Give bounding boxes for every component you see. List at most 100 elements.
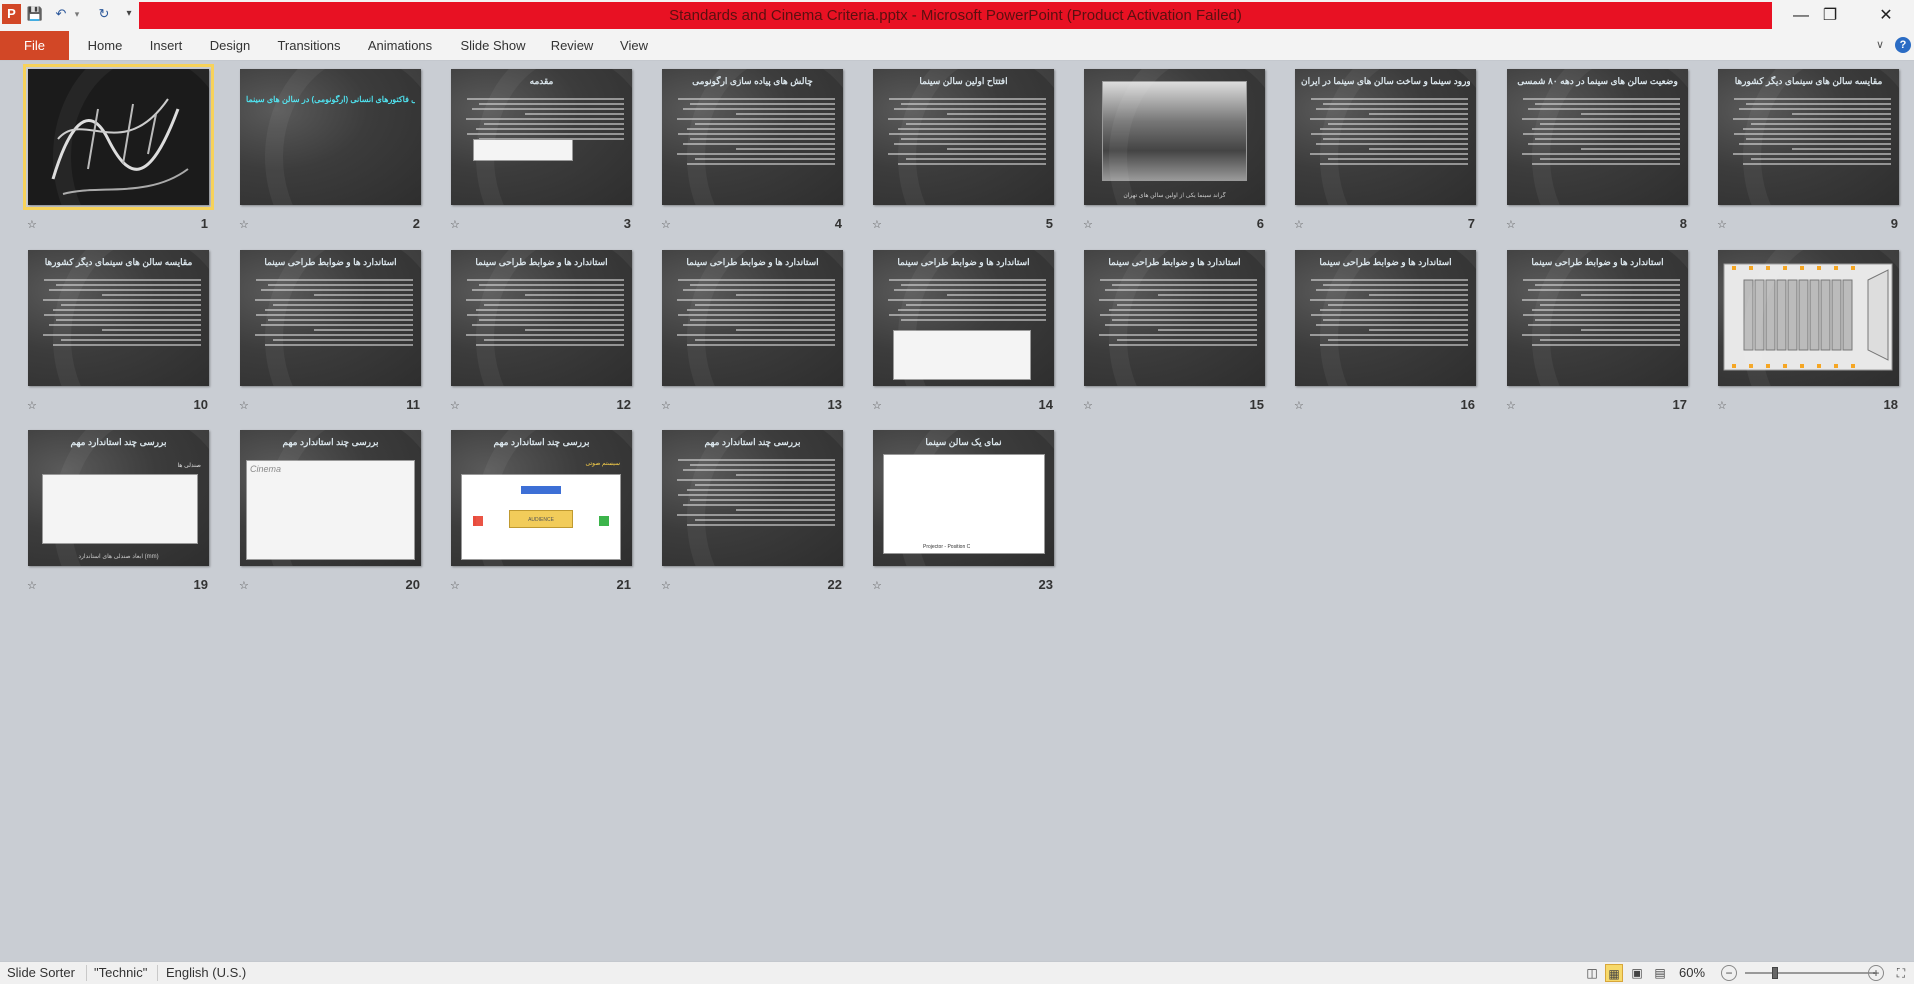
slide-thumbnail-3[interactable]: مقدمه xyxy=(451,69,632,205)
slide-thumbnail-21[interactable]: بررسی چند استاندارد مهم سیستم صوتی AUDIENC… xyxy=(451,430,632,566)
slide-transition-icon[interactable]: ☆ xyxy=(1083,400,1097,412)
tab-file[interactable]: File xyxy=(0,31,69,60)
slide-thumbnail-9[interactable]: مقایسه سالن های سینمای دیگر کشورها xyxy=(1718,69,1899,205)
zoom-level[interactable]: 60% xyxy=(1679,965,1705,980)
zoom-slider-track[interactable] xyxy=(1745,972,1875,974)
slide-transition-icon[interactable]: ☆ xyxy=(239,219,253,231)
slide-thumbnail-12[interactable]: استاندارد ها و ضوابط طراحی سینما xyxy=(451,250,632,386)
zoom-slider-thumb[interactable] xyxy=(1772,967,1778,979)
zoom-out-button[interactable]: − xyxy=(1721,965,1737,981)
slide-thumbnail-11[interactable]: استاندارد ها و ضوابط طراحی سینما xyxy=(240,250,421,386)
close-button[interactable]: ✕ xyxy=(1864,2,1908,30)
tab-review[interactable]: Review xyxy=(549,31,595,60)
slide-thumbnail-2[interactable]: مهندسی فاکتورهای انسانی (ارگونومی) در سا… xyxy=(240,69,421,205)
slide-thumbnail-22[interactable]: بررسی چند استاندارد مهم xyxy=(662,430,843,566)
language-indicator[interactable]: English (U.S.) xyxy=(166,965,246,980)
slide-transition-icon[interactable]: ☆ xyxy=(450,580,464,592)
slide-transition-icon[interactable]: ☆ xyxy=(239,580,253,592)
slide-transition-icon[interactable]: ☆ xyxy=(450,400,464,412)
slide-body-text xyxy=(248,276,413,376)
slide-transition-icon[interactable]: ☆ xyxy=(27,219,41,231)
slide-transition-icon[interactable]: ☆ xyxy=(1717,219,1731,231)
slide-number: 23 xyxy=(1038,577,1053,592)
slide-transition-icon[interactable]: ☆ xyxy=(661,219,675,231)
slide-transition-icon[interactable]: ☆ xyxy=(872,400,886,412)
slide-thumbnail-13[interactable]: استاندارد ها و ضوابط طراحی سینما xyxy=(662,250,843,386)
slide-thumbnail-10[interactable]: مقایسه سالن های سینمای دیگر کشورها xyxy=(28,250,209,386)
title-bar: P 💾 ↶ ▾ ↻ ▾ Standards and Cinema Criteri… xyxy=(0,0,1914,30)
slide-transition-icon[interactable]: ☆ xyxy=(661,580,675,592)
slide-subheading: صندلی ها xyxy=(177,463,201,469)
slide-title: چالش های پیاده سازی ارگونومی xyxy=(692,76,813,86)
restore-button[interactable]: ❐ xyxy=(1808,2,1852,30)
slide-title: استاندارد ها و ضوابط طراحی سینما xyxy=(264,257,397,267)
tab-slide-show[interactable]: Slide Show xyxy=(457,31,529,60)
zoom-in-button[interactable]: + xyxy=(1868,965,1884,981)
slide-transition-icon[interactable]: ☆ xyxy=(450,219,464,231)
slide-sorter-pane[interactable]: 1 ☆ مهندسی فاکتورهای انسانی (ارگونومی) در … xyxy=(0,62,1914,961)
slide-thumbnail-8[interactable]: وضعیت سالن های سینما در دهه ۸۰ شمسی xyxy=(1507,69,1688,205)
slide-transition-icon[interactable]: ☆ xyxy=(1294,219,1308,231)
seat-dimensions-drawing xyxy=(42,474,198,544)
tab-design[interactable]: Design xyxy=(206,31,254,60)
slide-body-text xyxy=(670,276,835,376)
slide-transition-icon[interactable]: ☆ xyxy=(1294,400,1308,412)
slide-transition-icon[interactable]: ☆ xyxy=(872,580,886,592)
tab-animations[interactable]: Animations xyxy=(364,31,436,60)
slide-thumbnail-17[interactable]: استاندارد ها و ضوابط طراحی سینما xyxy=(1507,250,1688,386)
normal-view-icon[interactable]: ◫ xyxy=(1583,964,1601,982)
status-bar: Slide Sorter "Technic" English (U.S.) ◫ … xyxy=(0,961,1914,984)
slide-body-text xyxy=(459,276,624,376)
tab-transitions[interactable]: Transitions xyxy=(274,31,344,60)
slide-transition-icon[interactable]: ☆ xyxy=(661,400,675,412)
slide-thumbnail-7[interactable]: ورود سینما و ساخت سالن های سینما در ایرا… xyxy=(1295,69,1476,205)
slide-title: مقدمه xyxy=(529,76,554,86)
slide-title: نمای یک سالن سینما xyxy=(925,437,1002,447)
slide-transition-icon[interactable]: ☆ xyxy=(1506,400,1520,412)
audience-label: AUDIENCE xyxy=(509,510,573,528)
slide-thumbnail-23[interactable]: نمای یک سالن سینما Projector - Position C xyxy=(873,430,1054,566)
tab-insert[interactable]: Insert xyxy=(145,31,187,60)
fit-to-window-icon[interactable]: ⛶ xyxy=(1892,964,1910,982)
slide-transition-icon[interactable]: ☆ xyxy=(27,580,41,592)
slide-thumbnail-6[interactable]: گراند سینما یکی از اولین سالن های تهران xyxy=(1084,69,1265,205)
slide-title: استاندارد ها و ضوابط طراحی سینما xyxy=(686,257,819,267)
minimize-ribbon-icon[interactable]: ∨ xyxy=(1872,37,1888,53)
slide-title: مقایسه سالن های سینمای دیگر کشورها xyxy=(44,257,193,267)
slide-thumbnail-16[interactable]: استاندارد ها و ضوابط طراحی سینما xyxy=(1295,250,1476,386)
redo-icon[interactable]: ↻ xyxy=(95,5,113,23)
undo-dropdown-icon[interactable]: ▾ xyxy=(68,5,86,23)
slide-transition-icon[interactable]: ☆ xyxy=(239,400,253,412)
slide-transition-icon[interactable]: ☆ xyxy=(1083,219,1097,231)
tab-view[interactable]: View xyxy=(616,31,652,60)
window-title: Standards and Cinema Criteria.pptx - Mic… xyxy=(139,2,1772,29)
slide-number: 10 xyxy=(193,397,208,412)
cinema-section-drawing xyxy=(883,454,1045,554)
slide-transition-icon[interactable]: ☆ xyxy=(1717,400,1731,412)
slide-thumbnail-18[interactable] xyxy=(1718,250,1899,386)
save-icon[interactable]: 💾 xyxy=(26,5,44,23)
help-icon[interactable]: ? xyxy=(1895,37,1911,53)
audience-sound-diagram xyxy=(461,474,621,560)
slide-thumbnail-4[interactable]: چالش های پیاده سازی ارگونومی xyxy=(662,69,843,205)
status-divider xyxy=(157,965,158,981)
slide-thumbnail-1[interactable] xyxy=(23,64,214,210)
reading-view-icon[interactable]: ▣ xyxy=(1628,964,1646,982)
speaker-icon xyxy=(521,486,561,494)
slide-transition-icon[interactable]: ☆ xyxy=(872,219,886,231)
slide-thumbnail-15[interactable]: استاندارد ها و ضوابط طراحی سینما xyxy=(1084,250,1265,386)
slide-transition-icon[interactable]: ☆ xyxy=(1506,219,1520,231)
slide-sorter-view-icon[interactable]: ▦ xyxy=(1605,964,1623,982)
tab-home[interactable]: Home xyxy=(84,31,126,60)
slide-thumbnail-20[interactable]: بررسی چند استاندارد مهم Cinema xyxy=(240,430,421,566)
slide-thumbnail-5[interactable]: افتتاح اولین سالن سینما xyxy=(873,69,1054,205)
slide-body-text xyxy=(881,276,1046,376)
slide-show-view-icon[interactable]: ▤ xyxy=(1651,964,1669,982)
slide-thumbnail-19[interactable]: بررسی چند استاندارد مهم ابعاد صندلی های ا… xyxy=(28,430,209,566)
powerpoint-app-icon[interactable]: P xyxy=(2,4,21,24)
slide-transition-icon[interactable]: ☆ xyxy=(27,400,41,412)
slide-number: 4 xyxy=(834,216,842,231)
slide-thumbnail-14[interactable]: استاندارد ها و ضوابط طراحی سینما xyxy=(873,250,1054,386)
theme-name[interactable]: "Technic" xyxy=(94,965,147,980)
customize-quick-access-icon[interactable]: ▾ xyxy=(120,5,138,23)
